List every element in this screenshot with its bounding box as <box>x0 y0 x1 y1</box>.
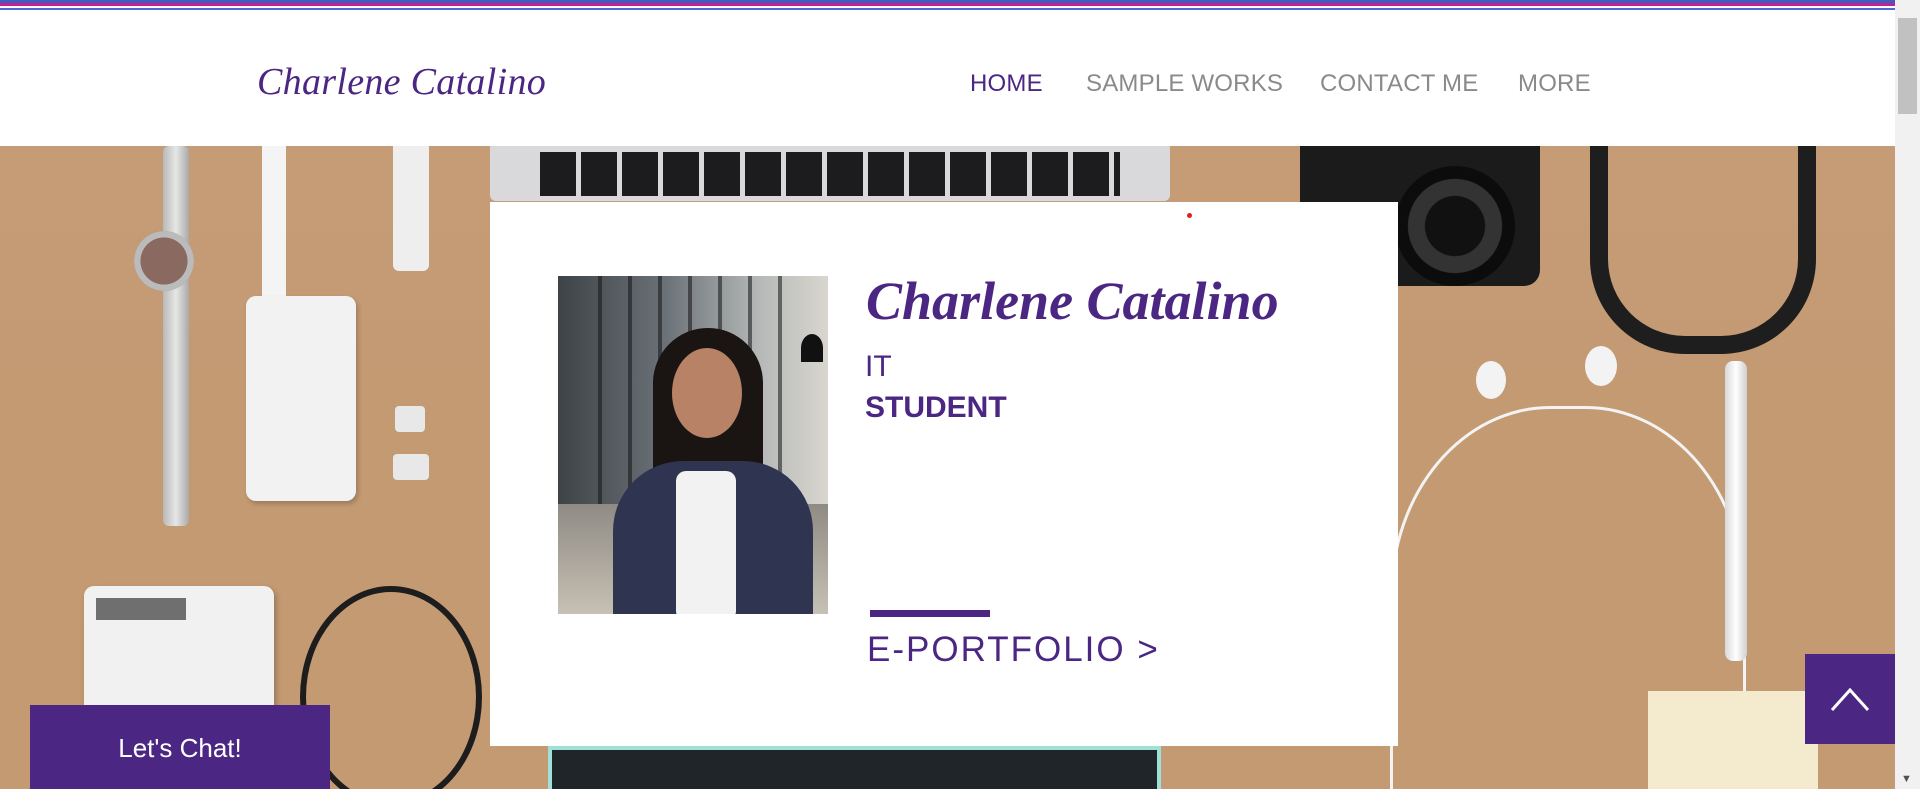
red-dot <box>1187 213 1192 218</box>
power-bank-photo <box>246 296 356 501</box>
chevron-up-icon <box>1830 687 1870 712</box>
main-nav: HOME SAMPLE WORKS CONTACT ME MORE <box>0 70 1895 110</box>
role-text-line1: IT <box>865 350 892 383</box>
laptop-keyboard-photo <box>490 146 1170 201</box>
role-text-line2: STUDENT <box>865 391 1007 424</box>
pen-photo <box>1725 361 1747 661</box>
nav-item-home[interactable]: HOME <box>970 70 1043 98</box>
back-to-top-button[interactable] <box>1805 654 1895 744</box>
profile-name: Charlene Catalino <box>866 271 1279 331</box>
hero-section: Charlene Catalino IT STUDENT E-PORTFOLIO… <box>0 146 1895 789</box>
profile-photo <box>558 276 828 614</box>
intro-card: Charlene Catalino IT STUDENT E-PORTFOLIO… <box>490 202 1398 746</box>
site-header: Charlene Catalino HOME SAMPLE WORKS CONT… <box>0 10 1895 146</box>
wristwatch-photo <box>163 146 189 526</box>
page-scrollbar[interactable]: ▼ <box>1895 0 1920 789</box>
top-color-stripes <box>0 0 1895 10</box>
scroll-down-arrow-icon[interactable]: ▼ <box>1901 773 1912 785</box>
accent-bar <box>870 610 990 617</box>
lets-chat-button[interactable]: Let's Chat! <box>30 705 330 789</box>
nav-item-more[interactable]: MORE <box>1518 70 1591 98</box>
scrollbar-thumb[interactable] <box>1898 18 1917 114</box>
tablet-photo <box>548 746 1161 789</box>
camera-strap-photo <box>1590 146 1816 354</box>
e-portfolio-link[interactable]: E-PORTFOLIO > <box>867 630 1160 670</box>
notepad-photo <box>1648 691 1818 789</box>
nav-item-sample-works[interactable]: SAMPLE WORKS <box>1086 70 1283 98</box>
usb-drive-photo <box>393 146 429 271</box>
nav-item-contact-me[interactable]: CONTACT ME <box>1320 70 1478 98</box>
